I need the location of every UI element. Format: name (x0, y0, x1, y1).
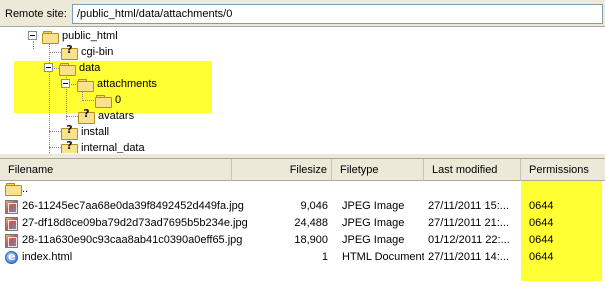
tree-node-avatars[interactable]: ? avatars (78, 108, 134, 124)
column-header-filename[interactable]: Filename (0, 159, 232, 181)
collapse-toggle-data[interactable] (44, 63, 53, 72)
parent-folder-icon (5, 182, 22, 196)
tree-node-install[interactable]: ? install (61, 124, 109, 140)
tree-connector (49, 52, 61, 53)
tree-connector (49, 41, 50, 153)
jpeg-file-icon (5, 200, 18, 214)
folder-open-icon (42, 30, 59, 44)
jpeg-file-icon (5, 234, 18, 248)
file-row[interactable]: 27-df18d8ce09ba79d2d73ad7695b5b234e.jpg … (0, 216, 605, 232)
collapse-toggle-public-html[interactable] (28, 31, 37, 40)
tree-node-internal-data[interactable]: ? internal_data (61, 140, 145, 153)
tree-node-public-html[interactable]: public_html (42, 28, 118, 44)
tree-connector (82, 100, 94, 101)
column-header-filesize[interactable]: Filesize (232, 159, 332, 181)
tree-connector (49, 147, 61, 148)
folder-unknown-icon: ? (61, 124, 78, 140)
tree-connector (33, 41, 34, 49)
remote-site-bar: Remote site: /public_html/data/attachmen… (0, 0, 605, 27)
tree-node-attachments[interactable]: attachments (77, 76, 157, 92)
tree-node-cgi-bin[interactable]: ? cgi-bin (61, 44, 113, 60)
collapse-toggle-attachments[interactable] (61, 79, 70, 88)
file-row[interactable]: 26-11245ec7aa68e0da39f8492452d449fa.jpg … (0, 199, 605, 215)
column-header-last-modified[interactable]: Last modified (424, 159, 521, 181)
column-header-filetype[interactable]: Filetype (332, 159, 424, 181)
jpeg-file-icon (5, 217, 18, 231)
folder-open-icon (77, 78, 94, 92)
remote-site-path-input[interactable]: /public_html/data/attachments/0 (72, 4, 603, 24)
remote-file-list: Filename Filesize Filetype Last modified… (0, 159, 605, 292)
tree-node-data[interactable]: data (59, 60, 100, 76)
folder-unknown-icon: ? (61, 140, 78, 153)
tree-connector (49, 131, 61, 132)
folder-open-icon (59, 62, 76, 76)
folder-unknown-icon: ? (61, 44, 78, 60)
file-list-header: Filename Filesize Filetype Last modified… (0, 159, 605, 181)
tree-node-0[interactable]: 0 (95, 92, 121, 108)
file-row[interactable]: 28-11a630e90c93caa8ab41c0390a0eff65.jpg … (0, 233, 605, 249)
remote-site-label: Remote site: (5, 8, 67, 20)
folder-open-icon (95, 94, 112, 108)
file-row[interactable]: index.html 1 HTML Document 27/11/2011 14… (0, 250, 605, 266)
file-row-parent[interactable]: .. (0, 182, 605, 198)
column-header-permissions[interactable]: Permissions (521, 159, 602, 181)
remote-directory-tree: public_html ? cgi-bin data attachments 0… (0, 27, 605, 153)
tree-connector (66, 116, 78, 117)
html-file-icon (5, 250, 18, 264)
folder-unknown-icon: ? (78, 108, 95, 124)
